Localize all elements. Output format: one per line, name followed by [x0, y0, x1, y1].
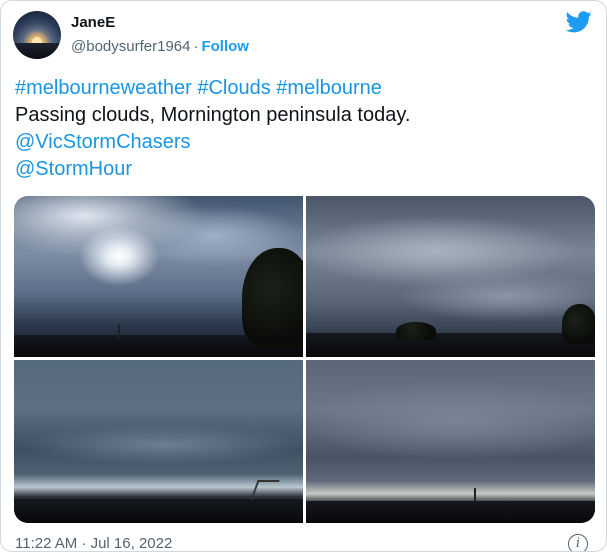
photo-2-hill [396, 322, 436, 340]
tweet-text: #melbourneweather #Clouds #melbourne Pas… [15, 75, 595, 183]
tweet-timestamp[interactable]: 11:22 AM · Jul 16, 2022 [15, 534, 172, 551]
hashtag-line: #melbourneweather #Clouds #melbourne [15, 75, 595, 102]
tweet-body: Passing clouds, Mornington peninsula tod… [15, 104, 411, 126]
author-handle[interactable]: @bodysurfer1964 [71, 38, 190, 55]
hashtag-melbourneweather[interactable]: #melbourneweather [15, 77, 192, 99]
photo-2[interactable] [306, 196, 595, 357]
hashtag-melbourne[interactable]: #melbourne [276, 77, 382, 99]
author-display-name[interactable]: JaneE [71, 13, 249, 33]
photo-2-tree [562, 304, 595, 344]
follow-button[interactable]: Follow [201, 38, 249, 55]
author-handle-row: @bodysurfer1964 · Follow [71, 37, 249, 57]
photo-4-antenna [474, 488, 476, 502]
info-icon[interactable]: i [568, 534, 588, 551]
author-avatar[interactable] [13, 11, 61, 59]
mention-vicstormchasers[interactable]: @VicStormChasers [15, 131, 191, 153]
twitter-bird-icon[interactable] [566, 11, 592, 33]
media-grid [14, 196, 595, 523]
photo-4[interactable] [306, 360, 595, 523]
author-block: JaneE @bodysurfer1964 · Follow [71, 13, 249, 57]
hashtag-clouds[interactable]: #Clouds [197, 77, 270, 99]
mention-stormhour[interactable]: @StormHour [15, 158, 132, 180]
tweet-card: JaneE @bodysurfer1964 · Follow #melbournew… [0, 0, 607, 552]
photo-4-horizon [306, 501, 595, 523]
photo-1-tree [242, 248, 303, 348]
photo-2-horizon [306, 333, 595, 357]
photo-3[interactable] [14, 360, 303, 523]
photo-3-horizon [14, 499, 303, 523]
handle-separator: · [193, 38, 199, 55]
photo-1[interactable] [14, 196, 303, 357]
avatar-horizon [13, 43, 61, 59]
photo-3-antenna [250, 480, 280, 500]
photo-1-antenna [118, 324, 120, 338]
